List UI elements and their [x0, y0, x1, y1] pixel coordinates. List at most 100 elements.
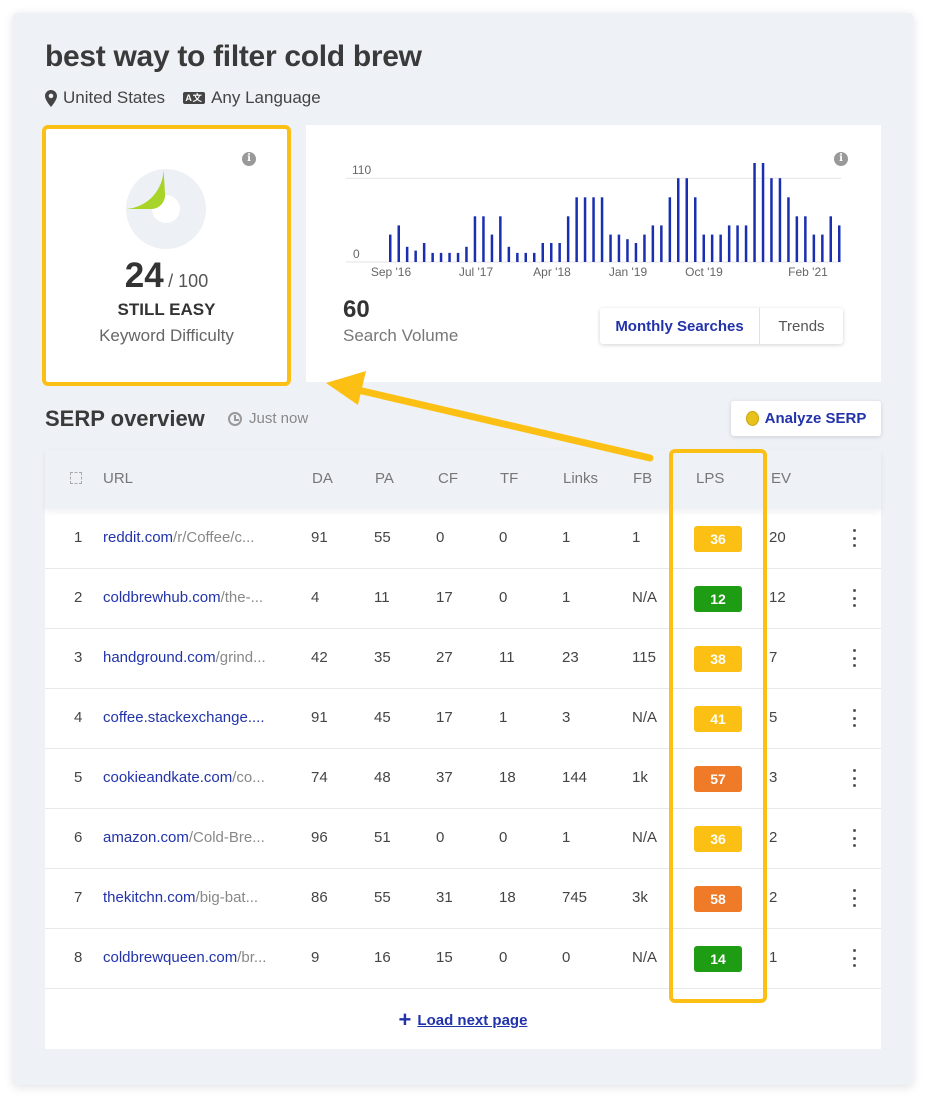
cell-links: 144 [562, 769, 588, 786]
url-domain[interactable]: thekitchn.com [103, 889, 196, 906]
volume-bar [422, 243, 426, 262]
cell-tf: 0 [499, 529, 508, 546]
column-header-ev[interactable]: EV [771, 470, 791, 487]
tab-trends[interactable]: Trends [760, 308, 843, 344]
language-selector[interactable]: A文 Any Language [183, 88, 321, 108]
cell-cf: 0 [436, 829, 445, 846]
load-next-page-link[interactable]: + Load next page [45, 1007, 881, 1033]
volume-bar [787, 197, 790, 262]
cell-fb: N/A [632, 829, 658, 846]
volume-bar [838, 225, 841, 262]
search-volume-value: 60 [343, 296, 370, 323]
cell-pa: 11 [374, 589, 390, 606]
cell-pa: 55 [374, 889, 391, 906]
cell-tf: 0 [499, 829, 508, 846]
more-options-icon[interactable] [851, 529, 857, 547]
cell-url[interactable]: coldbrewhub.com/the-... [103, 589, 295, 606]
more-options-icon[interactable] [851, 889, 857, 907]
cell-url[interactable]: amazon.com/Cold-Bre... [103, 829, 295, 846]
cell-rank: 6 [74, 829, 83, 846]
volume-bar [456, 252, 460, 262]
cell-links: 23 [562, 649, 579, 666]
search-volume-chart: 110 0 Sep '16 Jul '17 Apr '18 Jan '19 Oct '19 F… [346, 163, 841, 279]
volume-bar [566, 216, 570, 262]
url-path: /big-bat... [195, 889, 259, 906]
cell-fb: 1 [632, 529, 641, 546]
plus-icon: + [398, 1007, 412, 1032]
cell-rank: 7 [74, 889, 83, 906]
more-options-icon[interactable] [851, 829, 857, 847]
column-header-url[interactable]: URL [103, 470, 133, 487]
volume-bar [668, 197, 672, 262]
cell-da: 91 [311, 529, 328, 546]
volume-bar [473, 216, 477, 262]
cell-rank: 5 [74, 769, 83, 786]
cell-ev: 20 [769, 529, 786, 546]
cell-tf: 0 [499, 949, 508, 966]
volume-bar [778, 178, 782, 262]
volume-bar [660, 225, 663, 262]
volume-bar [592, 197, 595, 262]
url-domain[interactable]: cookieandkate.com [103, 769, 232, 786]
cell-pa: 16 [374, 949, 391, 966]
url-domain[interactable]: handground.com [103, 649, 216, 666]
volume-bar [405, 246, 409, 262]
column-header-tf[interactable]: TF [500, 470, 518, 487]
more-options-icon[interactable] [851, 769, 857, 787]
serp-timestamp-text: Just now [249, 410, 309, 427]
url-domain[interactable]: coldbrewhub.com [103, 589, 221, 606]
url-domain[interactable]: reddit.com [103, 529, 173, 546]
more-options-icon[interactable] [851, 589, 857, 607]
cell-ev: 12 [769, 589, 786, 606]
url-path: /the-... [220, 589, 264, 606]
url-path: /br... [237, 949, 267, 966]
search-volume-label: Search Volume [343, 326, 459, 345]
cell-url[interactable]: handground.com/grind... [103, 649, 295, 666]
cell-url[interactable]: cookieandkate.com/co... [103, 769, 295, 786]
more-options-icon[interactable] [851, 709, 857, 727]
analyze-serp-button[interactable]: Analyze SERP [731, 401, 881, 436]
volume-bar [507, 246, 511, 262]
cell-da: 42 [311, 649, 328, 666]
y-tick-label: 110 [352, 163, 371, 177]
more-options-icon[interactable] [851, 949, 857, 967]
cell-url[interactable]: coffee.stackexchange.... [103, 709, 295, 726]
location-selector[interactable]: United States [45, 88, 165, 108]
cell-links: 3 [562, 709, 571, 726]
url-domain[interactable]: coffee.stackexchange.... [103, 709, 265, 726]
x-tick-label: Sep '16 [371, 265, 412, 279]
tab-monthly-searches[interactable]: Monthly Searches [600, 308, 760, 344]
column-header-da[interactable]: DA [312, 470, 333, 487]
serp-overview-title: SERP overview [45, 406, 205, 431]
cell-pa: 35 [374, 649, 391, 666]
language-label: Any Language [211, 88, 321, 107]
cell-da: 96 [311, 829, 328, 846]
volume-bar [727, 225, 731, 262]
cell-ev: 2 [769, 889, 778, 906]
volume-bar [448, 252, 451, 262]
map-pin-icon [45, 89, 57, 107]
column-header-links[interactable]: Links [563, 470, 598, 487]
more-options-icon[interactable] [851, 649, 857, 667]
cell-url[interactable]: thekitchn.com/big-bat... [103, 889, 295, 906]
volume-bar [804, 216, 807, 262]
url-domain[interactable]: coldbrewqueen.com [103, 949, 237, 966]
cell-ev: 2 [769, 829, 778, 846]
cell-fb: 3k [632, 889, 648, 906]
url-path: /grind... [215, 649, 266, 666]
column-header-pa[interactable]: PA [375, 470, 394, 487]
cell-tf: 11 [499, 649, 515, 666]
cell-url[interactable]: reddit.com/r/Coffee/c... [103, 529, 295, 546]
column-header-cf[interactable]: CF [438, 470, 458, 487]
expand-icon[interactable] [70, 472, 82, 484]
cell-url[interactable]: coldbrewqueen.com/br... [103, 949, 295, 966]
x-tick-label: Oct '19 [685, 265, 723, 279]
cell-da: 74 [311, 769, 328, 786]
cell-links: 1 [562, 589, 571, 606]
volume-bar [685, 178, 688, 262]
column-header-fb[interactable]: FB [633, 470, 652, 487]
volume-bar [795, 216, 799, 262]
volume-bar [600, 197, 604, 262]
cell-rank: 2 [74, 589, 83, 606]
url-domain[interactable]: amazon.com [103, 829, 189, 846]
